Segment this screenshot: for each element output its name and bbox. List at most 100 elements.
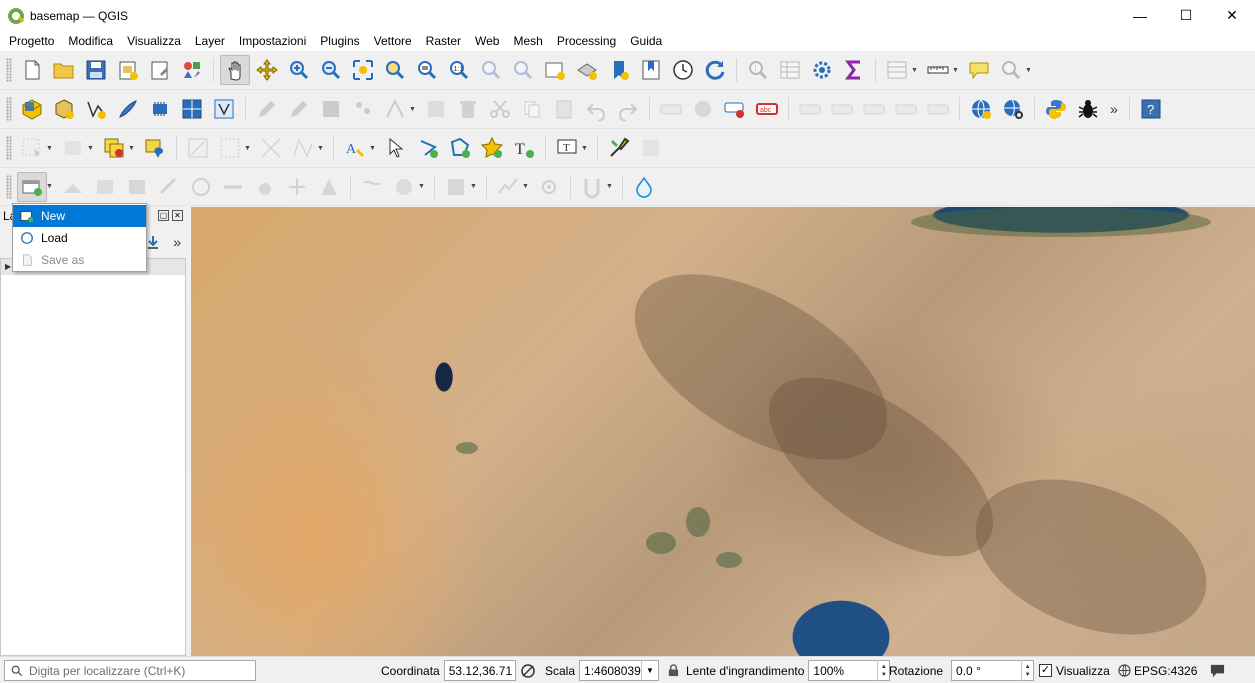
mesh-tool-9-button[interactable]: [314, 172, 344, 202]
change-label-button[interactable]: [923, 94, 953, 124]
undo-button[interactable]: [581, 94, 611, 124]
mesh-tool-7-button[interactable]: [250, 172, 280, 202]
close-panel-button[interactable]: ✕: [172, 210, 183, 221]
scale-combobox[interactable]: 1:4608039 ▼: [579, 660, 660, 681]
select-by-location-button[interactable]: [140, 133, 170, 163]
menu-item-save-as[interactable]: Save as: [13, 249, 146, 271]
mesh-tool-3-button[interactable]: [122, 172, 152, 202]
new-bookmark-button[interactable]: [604, 55, 634, 85]
paste-features-button[interactable]: [549, 94, 579, 124]
chevron-down-icon[interactable]: ▼: [606, 183, 614, 190]
float-panel-button[interactable]: ▢: [158, 210, 169, 221]
redo-button[interactable]: [613, 94, 643, 124]
style-manager-button[interactable]: [177, 55, 207, 85]
chevron-right-icon[interactable]: ▶: [5, 262, 11, 271]
save-edits-button[interactable]: [316, 94, 346, 124]
show-hide-labels-button[interactable]: [827, 94, 857, 124]
show-bookmarks-button[interactable]: [636, 55, 666, 85]
text-annotation-button[interactable]: T: [552, 133, 582, 163]
menu-mesh[interactable]: Mesh: [506, 31, 549, 51]
toggle-editing-button[interactable]: [209, 94, 239, 124]
mesh-tool-4-button[interactable]: [154, 172, 184, 202]
chevron-down-icon[interactable]: ▼: [244, 145, 252, 152]
layers-tree[interactable]: ▶: [0, 258, 186, 656]
open-table-button[interactable]: [882, 55, 912, 85]
close-button[interactable]: ✕: [1209, 0, 1255, 31]
zoom-next-button[interactable]: [508, 55, 538, 85]
chevron-down-icon[interactable]: ▼: [911, 67, 919, 74]
add-wms-layer-button[interactable]: [966, 94, 996, 124]
gps-tool-button[interactable]: [534, 172, 564, 202]
shape-digitize-button[interactable]: [357, 172, 387, 202]
menu-item-new[interactable]: New: [13, 205, 146, 227]
debugger-button[interactable]: [1073, 94, 1103, 124]
chevron-down-icon[interactable]: ▼: [46, 145, 54, 152]
minimize-button[interactable]: —: [1117, 0, 1163, 31]
map-tips-button[interactable]: [964, 55, 994, 85]
filter-legend-button[interactable]: [145, 234, 161, 250]
chevron-down-icon[interactable]: ▼: [369, 145, 377, 152]
cut-features-button[interactable]: [485, 94, 515, 124]
new-print-layout-button[interactable]: [113, 55, 143, 85]
toolbar-handle[interactable]: [6, 97, 12, 121]
select-features-button[interactable]: [17, 133, 47, 163]
vertex-tool-button[interactable]: [380, 94, 410, 124]
layout-manager-button[interactable]: [145, 55, 175, 85]
new-geopackage-layer-button[interactable]: [49, 94, 79, 124]
maximize-button[interactable]: ☐: [1163, 0, 1209, 31]
chevron-down-icon[interactable]: ▼: [46, 183, 54, 190]
current-edits-button[interactable]: [252, 94, 282, 124]
menu-progetto[interactable]: Progetto: [2, 31, 61, 51]
advanced-digitizing-button[interactable]: [183, 133, 213, 163]
new-map-view-button[interactable]: [540, 55, 570, 85]
create-text-annotation-button[interactable]: T: [509, 133, 539, 163]
pan-to-selection-button[interactable]: [252, 55, 282, 85]
field-calculator-button[interactable]: [807, 55, 837, 85]
split-features-button[interactable]: [256, 133, 286, 163]
create-marker-annotation-button[interactable]: [477, 133, 507, 163]
chevron-down-icon[interactable]: ▼: [952, 67, 960, 74]
statistical-summary-button[interactable]: [839, 55, 869, 85]
locator-search-input[interactable]: Digita per localizzare (Ctrl+K): [4, 660, 256, 681]
georeferencer-button[interactable]: [604, 133, 634, 163]
crs-button[interactable]: EPSG:4326: [1118, 657, 1197, 683]
menu-impostazioni[interactable]: Impostazioni: [232, 31, 313, 51]
chevron-down-icon[interactable]: ▼: [581, 145, 589, 152]
add-point-button[interactable]: [348, 94, 378, 124]
modify-annotations-button[interactable]: [381, 133, 411, 163]
new-shapefile-layer-button[interactable]: [81, 94, 111, 124]
coordinate-input[interactable]: 53.12,36.71: [443, 660, 516, 681]
menu-vettore[interactable]: Vettore: [367, 31, 419, 51]
toolbar-handle[interactable]: [6, 174, 12, 199]
attribute-table-button[interactable]: [775, 55, 805, 85]
map-canvas[interactable]: [191, 207, 1255, 656]
new-layer-menu-button[interactable]: [17, 171, 47, 202]
reshape-features-button[interactable]: [288, 133, 318, 163]
metasearch-button[interactable]: [998, 94, 1028, 124]
menu-item-load[interactable]: Load: [13, 227, 146, 249]
create-polygon-annotation-button[interactable]: [445, 133, 475, 163]
layer-diagram-button[interactable]: [688, 94, 718, 124]
toggle-edit-button[interactable]: [284, 94, 314, 124]
rotate-labels-button[interactable]: [891, 94, 921, 124]
menu-visualizza[interactable]: Visualizza: [120, 31, 188, 51]
water-drop-button[interactable]: [629, 172, 659, 202]
zoom-last-button[interactable]: [476, 55, 506, 85]
new-project-button[interactable]: [17, 55, 47, 85]
add-annotation-button[interactable]: A: [340, 133, 370, 163]
menu-web[interactable]: Web: [468, 31, 506, 51]
mesh-tool-2-button[interactable]: [90, 172, 120, 202]
zoom-full-button[interactable]: [348, 55, 378, 85]
highlight-labels-button[interactable]: abc: [752, 94, 782, 124]
menu-plugins[interactable]: Plugins: [313, 31, 366, 51]
layers-panel-overflow-button[interactable]: »: [173, 234, 181, 250]
chevron-down-icon[interactable]: ▼: [1025, 67, 1033, 74]
save-project-button[interactable]: [81, 55, 111, 85]
deselect-all-button[interactable]: [99, 133, 129, 163]
toolbar-handle[interactable]: [6, 136, 12, 160]
move-labels-button[interactable]: [859, 94, 889, 124]
zoom-to-selection-button[interactable]: [380, 55, 410, 85]
mesh-tool-1-button[interactable]: [58, 172, 88, 202]
snapping-tool-button[interactable]: [577, 172, 607, 202]
toolbar-overflow-button[interactable]: »: [1110, 101, 1118, 117]
